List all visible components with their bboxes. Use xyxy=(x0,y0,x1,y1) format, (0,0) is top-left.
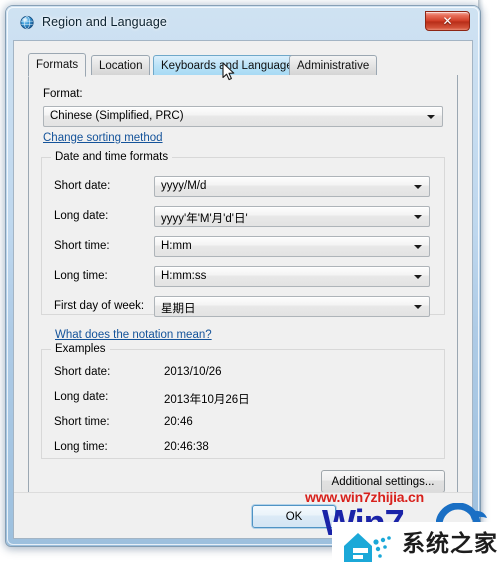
watermark-url-text: www.win7zhijia.cn xyxy=(305,489,424,505)
date-and-time-formats-group: Date and time formats Short date: yyyy/M… xyxy=(41,151,445,317)
group-title: Examples xyxy=(51,343,110,355)
short-time-label: Short time: xyxy=(54,240,110,252)
example-long-time-label: Long time: xyxy=(54,441,108,453)
chevron-down-icon xyxy=(427,115,435,119)
example-long-time-value: 20:46:38 xyxy=(164,441,209,453)
chevron-down-icon xyxy=(414,245,422,249)
tab-strip: Formats Location Keyboards and Languages… xyxy=(28,53,458,77)
format-label: Format: xyxy=(43,88,83,100)
first-day-of-week-value: 星期日 xyxy=(161,303,196,315)
chevron-down-icon xyxy=(414,185,422,189)
title-bar[interactable]: Region and Language ✕ xyxy=(6,6,480,40)
short-time-value: H:mm xyxy=(161,240,192,252)
dialog-client-area: Formats Location Keyboards and Languages… xyxy=(13,40,473,539)
example-long-date-value: 2013年10月26日 xyxy=(164,394,250,406)
what-does-notation-mean-link[interactable]: What does the notation mean? xyxy=(55,329,212,341)
close-button[interactable]: ✕ xyxy=(425,11,470,31)
house-logo-icon xyxy=(340,528,396,566)
example-short-date-value: 2013/10/26 xyxy=(164,366,222,378)
examples-group: Examples Short date: 2013/10/26 Long dat… xyxy=(41,343,445,459)
first-day-of-week-combobox[interactable]: 星期日 xyxy=(154,296,430,317)
site-logo-badge: 系统之家 xyxy=(332,522,500,572)
additional-settings-label: Additional settings... xyxy=(331,475,435,488)
example-long-date-label: Long date: xyxy=(54,391,109,403)
region-and-language-dialog: Region and Language ✕ Formats Location K… xyxy=(6,6,480,546)
format-combobox[interactable]: Chinese (Simplified, PRC) xyxy=(43,106,443,127)
tab-formats[interactable]: Formats xyxy=(28,53,87,77)
tab-administrative[interactable]: Administrative xyxy=(289,55,378,76)
example-short-time-value: 20:46 xyxy=(164,416,193,428)
short-date-value: yyyy/M/d xyxy=(161,180,207,192)
long-time-label: Long time: xyxy=(54,270,108,282)
short-date-label: Short date: xyxy=(54,180,111,192)
example-short-date-label: Short date: xyxy=(54,366,111,378)
change-sorting-method-link[interactable]: Change sorting method xyxy=(43,132,163,144)
example-short-time-label: Short time: xyxy=(54,416,110,428)
long-date-value: yyyy'年'M'月'd'日' xyxy=(161,213,248,225)
short-date-combobox[interactable]: yyyy/M/d xyxy=(154,176,430,197)
long-date-combobox[interactable]: yyyy'年'M'月'd'日' xyxy=(154,206,430,227)
chevron-down-icon xyxy=(414,275,422,279)
group-title: Date and time formats xyxy=(51,151,173,163)
close-icon: ✕ xyxy=(442,14,453,28)
long-date-label: Long date: xyxy=(54,210,109,222)
tab-label: Formats xyxy=(36,59,79,71)
mouse-cursor xyxy=(222,62,236,82)
window-title: Region and Language xyxy=(42,15,167,29)
tab-label: Location xyxy=(99,60,143,72)
tab-location[interactable]: Location xyxy=(91,55,151,76)
tab-panel-formats: Format: Chinese (Simplified, PRC) Change… xyxy=(28,75,458,513)
globe-icon xyxy=(19,15,35,31)
long-time-value: H:mm:ss xyxy=(161,270,207,282)
short-time-combobox[interactable]: H:mm xyxy=(154,236,430,257)
ok-button-label: OK xyxy=(285,510,303,523)
format-combobox-value: Chinese (Simplified, PRC) xyxy=(50,110,184,122)
tab-label: Administrative xyxy=(297,60,370,72)
chevron-down-icon xyxy=(414,215,422,219)
first-day-of-week-label: First day of week: xyxy=(54,300,145,312)
chevron-down-icon xyxy=(414,305,422,309)
site-logo-text: 系统之家 xyxy=(402,531,498,557)
long-time-combobox[interactable]: H:mm:ss xyxy=(154,266,430,287)
